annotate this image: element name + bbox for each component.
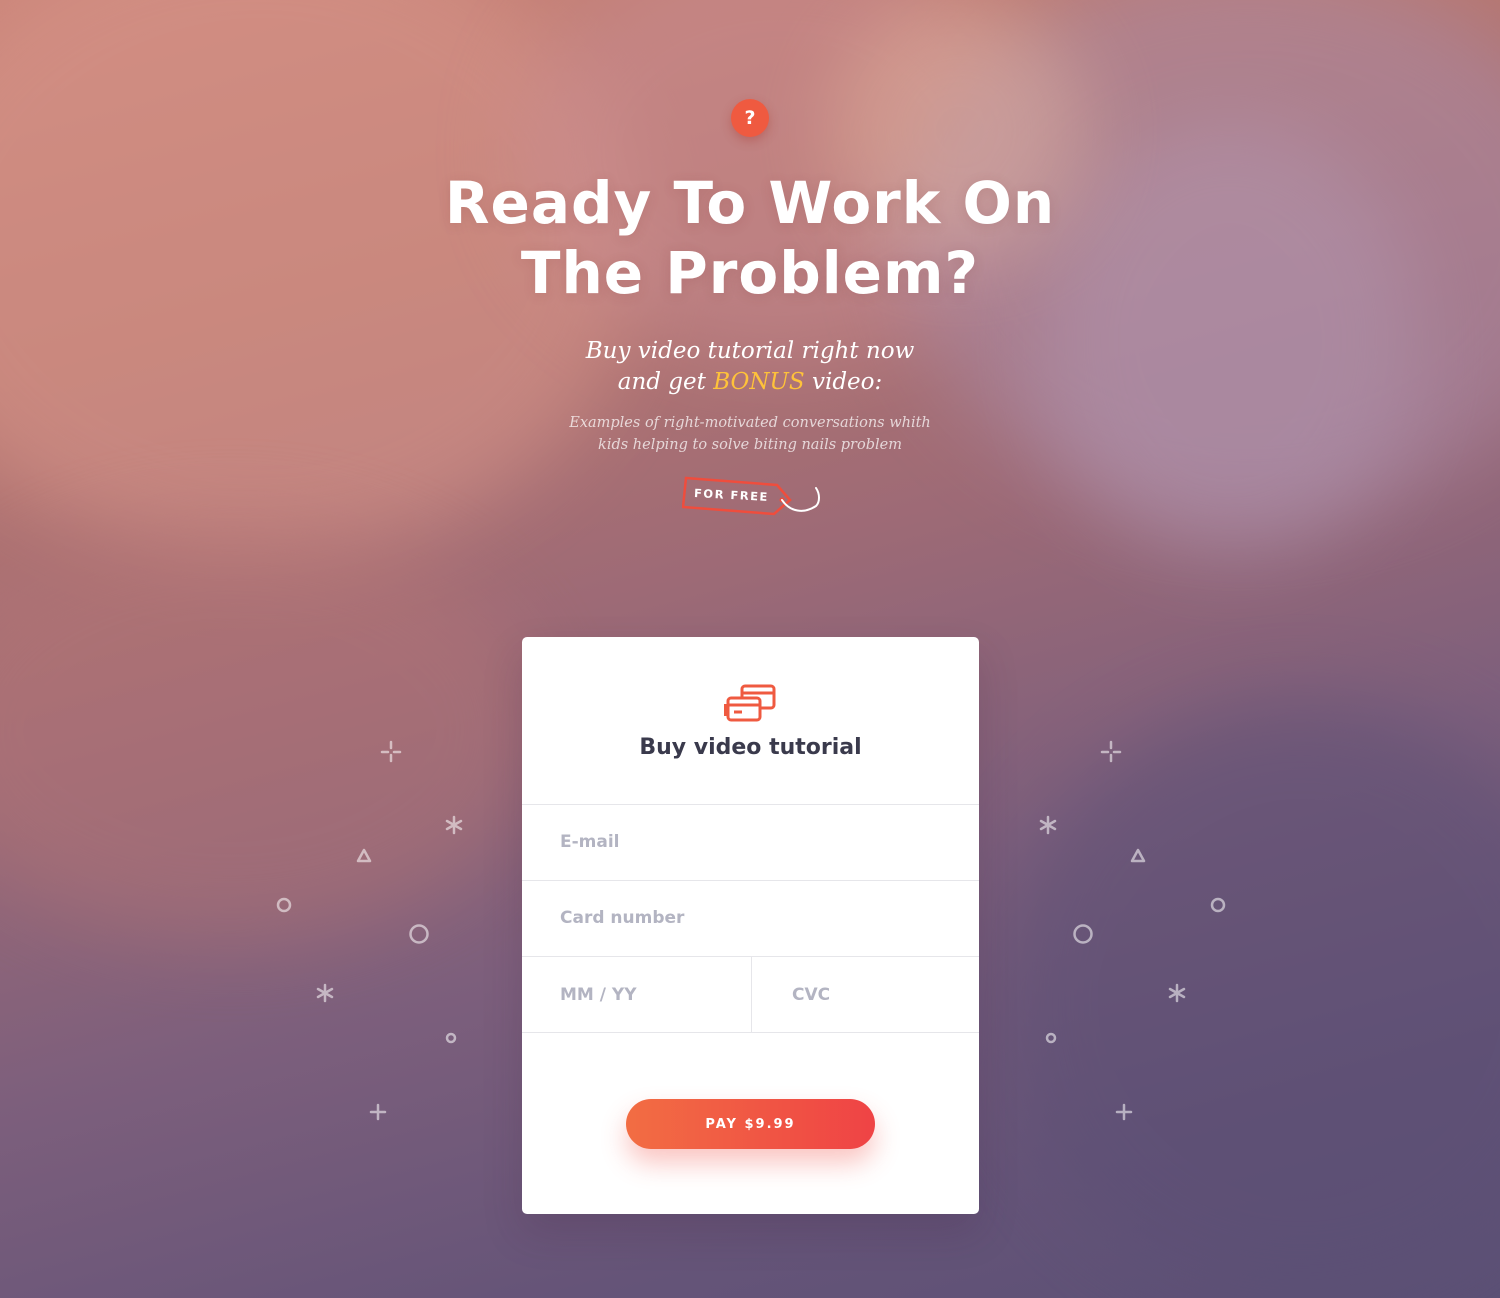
bonus-highlight: BONUS	[713, 369, 805, 395]
cvc-cell	[752, 957, 979, 1032]
question-badge-icon: ?	[731, 99, 769, 137]
pay-button[interactable]: PAY $9.99	[626, 1099, 875, 1149]
page-title: Ready To Work On The Problem?	[350, 168, 1150, 308]
email-row	[522, 804, 979, 879]
for-free-tag: FOR FREE	[682, 476, 822, 520]
subtitle-pre: and get	[617, 369, 706, 395]
cvc-field[interactable]	[752, 957, 979, 1032]
purchase-card: Buy video tutorial PAY $9.99	[522, 637, 979, 1214]
credit-cards-icon	[724, 684, 776, 722]
card-header: Buy video tutorial	[522, 637, 979, 805]
title-line-2: The Problem?	[520, 239, 980, 307]
card-number-field[interactable]	[522, 881, 979, 955]
subtitle-line-1: Buy video tutorial right now	[585, 338, 915, 364]
description-line-1: Examples of right-motivated conversation…	[569, 415, 931, 431]
subtitle-post: video:	[811, 369, 883, 395]
expiry-cell	[522, 957, 752, 1032]
email-field[interactable]	[522, 805, 979, 879]
card-number-row	[522, 880, 979, 955]
expiry-field[interactable]	[522, 957, 751, 1032]
subtitle: Buy video tutorial right now and get BON…	[450, 336, 1050, 398]
expiry-cvc-row	[522, 956, 979, 1033]
description: Examples of right-motivated conversation…	[500, 412, 1000, 456]
title-line-1: Ready To Work On	[444, 169, 1056, 237]
description-line-2: kids helping to solve biting nails probl…	[598, 437, 902, 453]
card-title: Buy video tutorial	[639, 735, 862, 760]
